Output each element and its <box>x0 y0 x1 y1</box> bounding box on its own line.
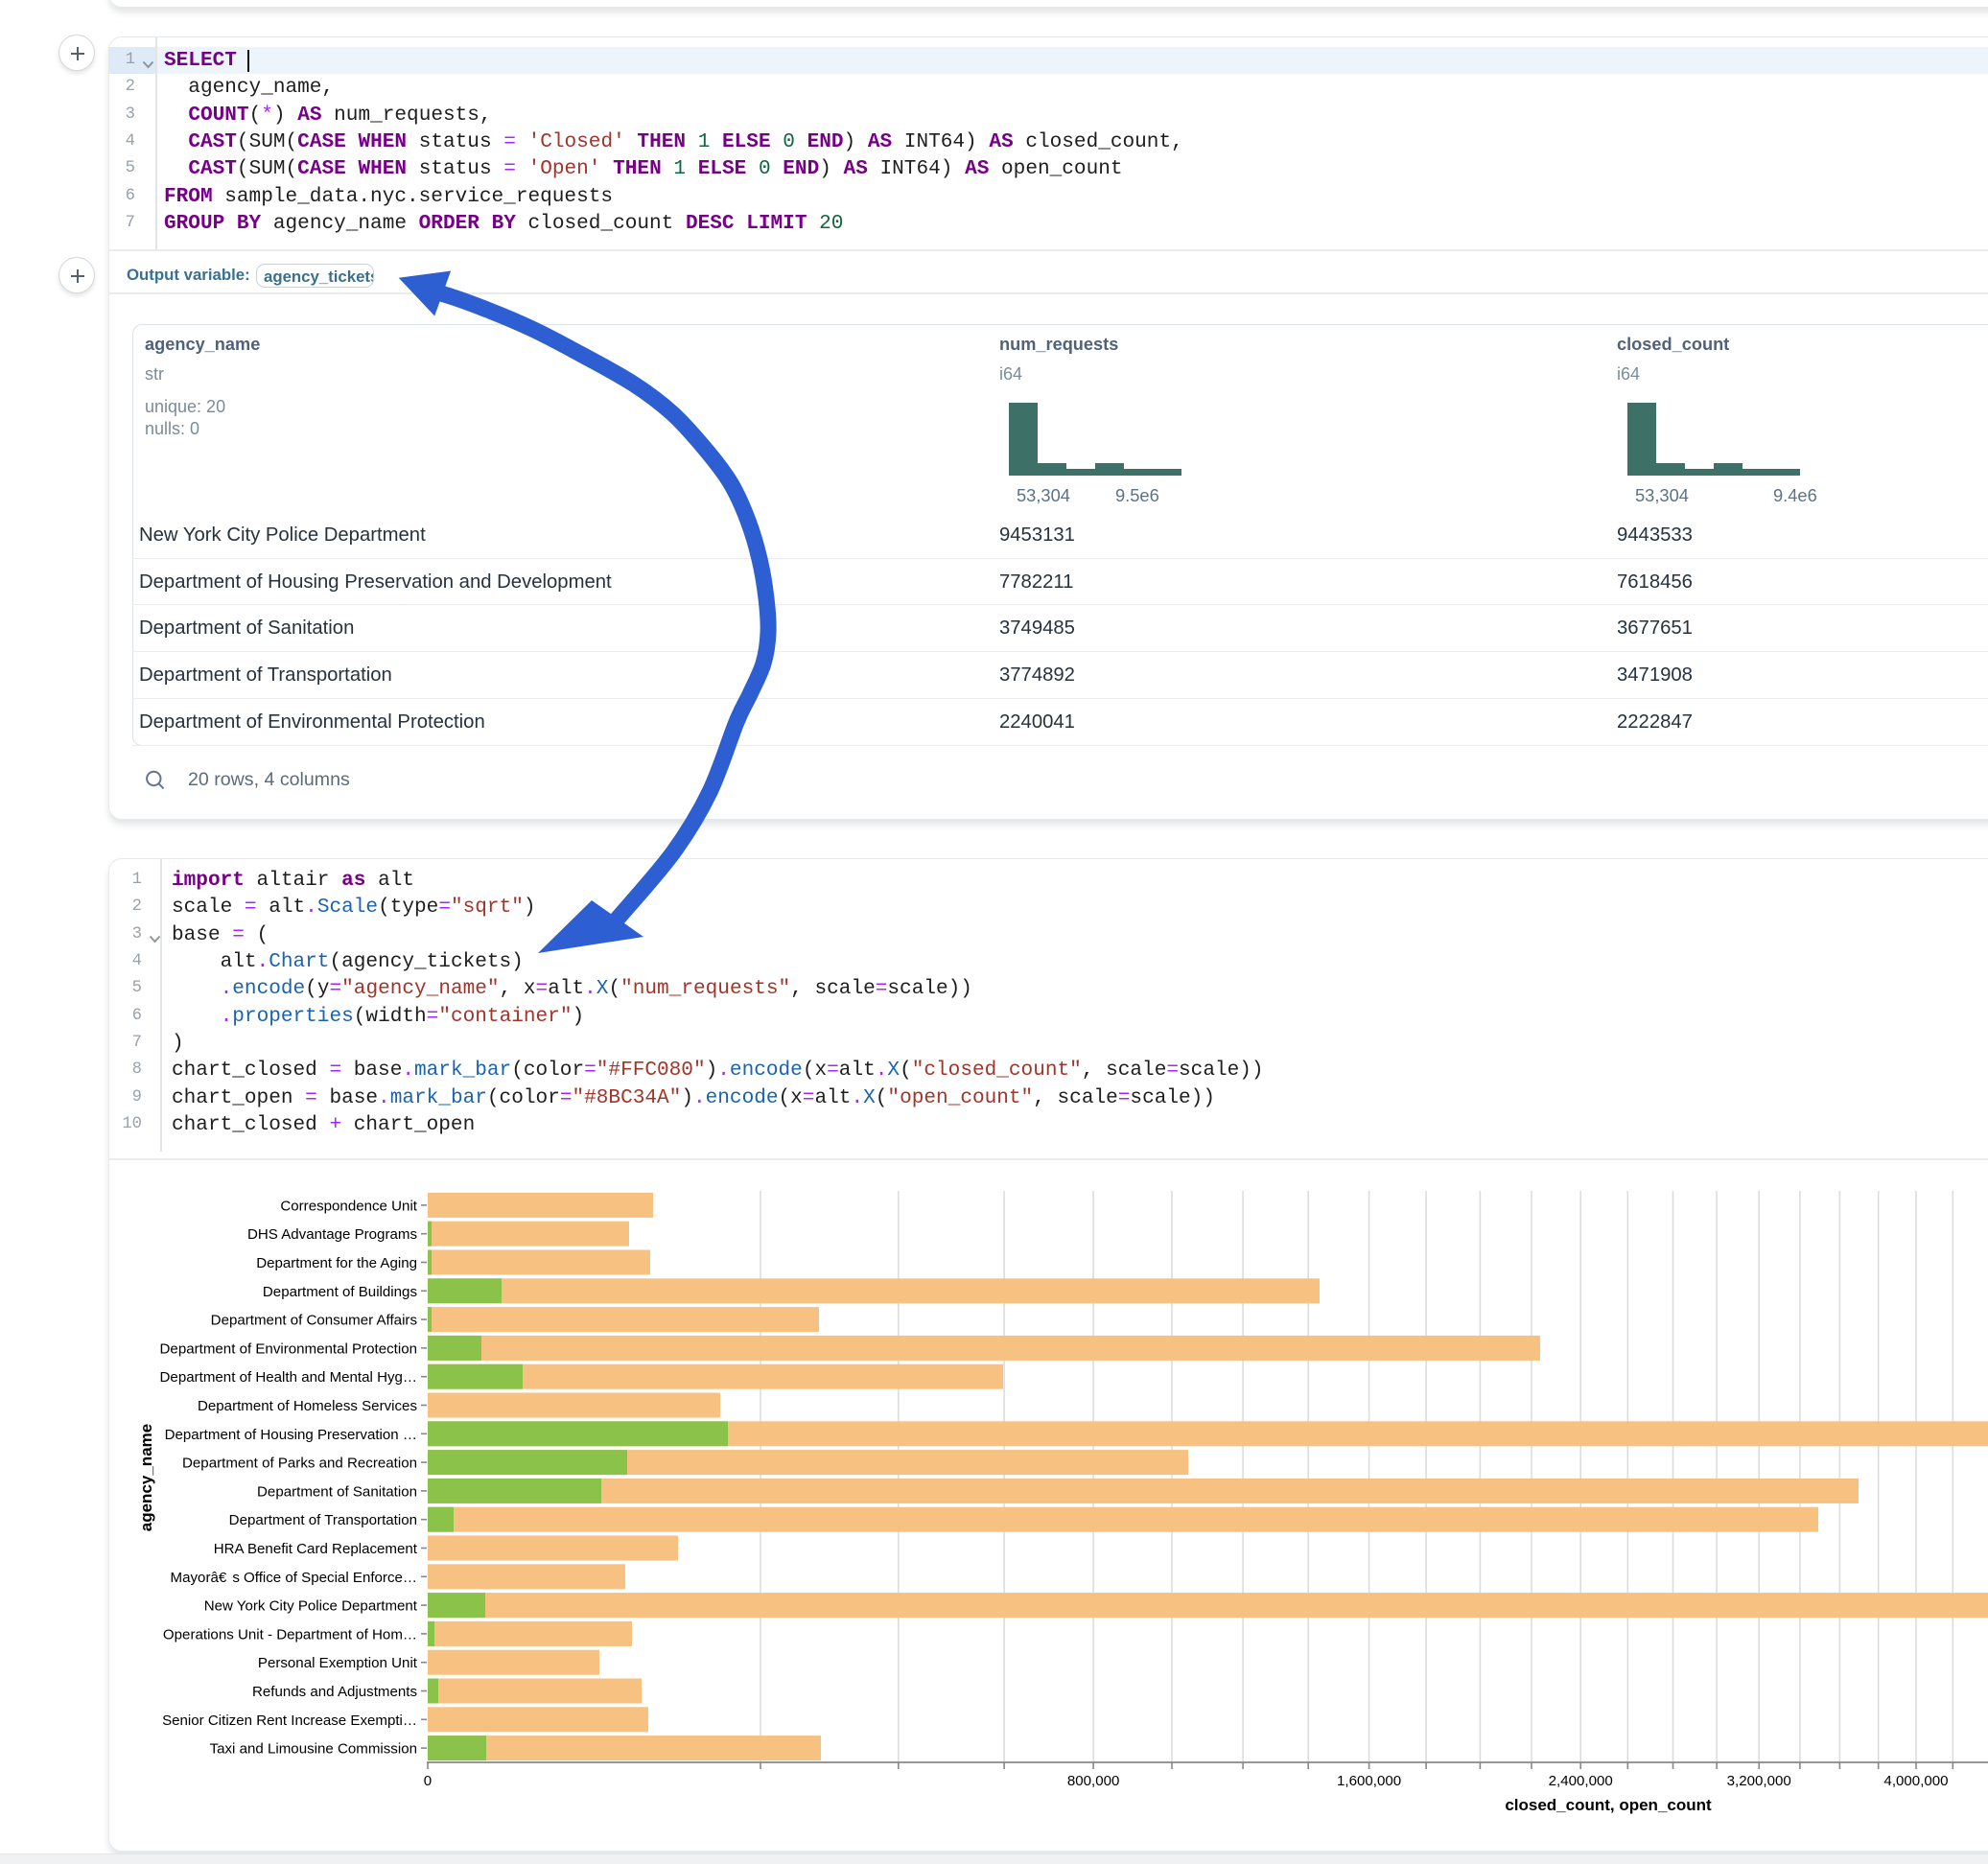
svg-text:Correspondence Unit: Correspondence Unit <box>280 1198 417 1214</box>
svg-text:Department of Housing Preserva: Department of Housing Preservation … <box>165 1427 417 1443</box>
svg-text:HRA Benefit Card Replacement: HRA Benefit Card Replacement <box>214 1541 418 1557</box>
svg-text:Department of Transportation: Department of Transportation <box>229 1512 417 1528</box>
svg-text:800,000: 800,000 <box>1067 1773 1120 1789</box>
svg-text:Department of Environmental Pr: Department of Environmental Protection <box>160 1340 417 1357</box>
svg-text:Department of Buildings: Department of Buildings <box>263 1284 417 1300</box>
svg-text:Mayorâ€ s Office of Special E: Mayorâ€ s Office of Special Enforce… <box>171 1570 417 1586</box>
svg-text:Department for the Aging: Department for the Aging <box>256 1255 417 1271</box>
svg-text:Senior Citizen Rent Increase E: Senior Citizen Rent Increase Exempti… <box>162 1713 417 1729</box>
svg-text:2,400,000: 2,400,000 <box>1549 1773 1613 1789</box>
svg-text:1,600,000: 1,600,000 <box>1337 1773 1401 1789</box>
svg-text:closed_count, open_count: closed_count, open_count <box>1505 1796 1712 1814</box>
svg-text:0: 0 <box>424 1773 432 1789</box>
svg-text:Refunds and Adjustments: Refunds and Adjustments <box>252 1684 417 1700</box>
svg-text:DHS Advantage Programs: DHS Advantage Programs <box>247 1226 417 1243</box>
svg-text:3,200,000: 3,200,000 <box>1727 1773 1791 1789</box>
svg-text:Taxi and Limousine Commission: Taxi and Limousine Commission <box>210 1741 417 1758</box>
svg-text:Personal Exemption Unit: Personal Exemption Unit <box>258 1655 418 1671</box>
svg-text:Department of Sanitation: Department of Sanitation <box>257 1483 417 1500</box>
svg-text:Department of Homeless Service: Department of Homeless Services <box>198 1398 417 1414</box>
svg-text:Department of Parks and Recrea: Department of Parks and Recreation <box>182 1456 417 1472</box>
svg-text:Department of Health and Menta: Department of Health and Mental Hyg… <box>160 1369 417 1386</box>
svg-text:Operations Unit - Department o: Operations Unit - Department of Hom… <box>163 1626 417 1643</box>
svg-text:4,000,000: 4,000,000 <box>1883 1773 1948 1789</box>
svg-text:New York City Police Departmen: New York City Police Department <box>204 1598 418 1615</box>
svg-text:agency_name: agency_name <box>137 1424 155 1531</box>
svg-text:Department of Consumer Affairs: Department of Consumer Affairs <box>211 1313 417 1329</box>
